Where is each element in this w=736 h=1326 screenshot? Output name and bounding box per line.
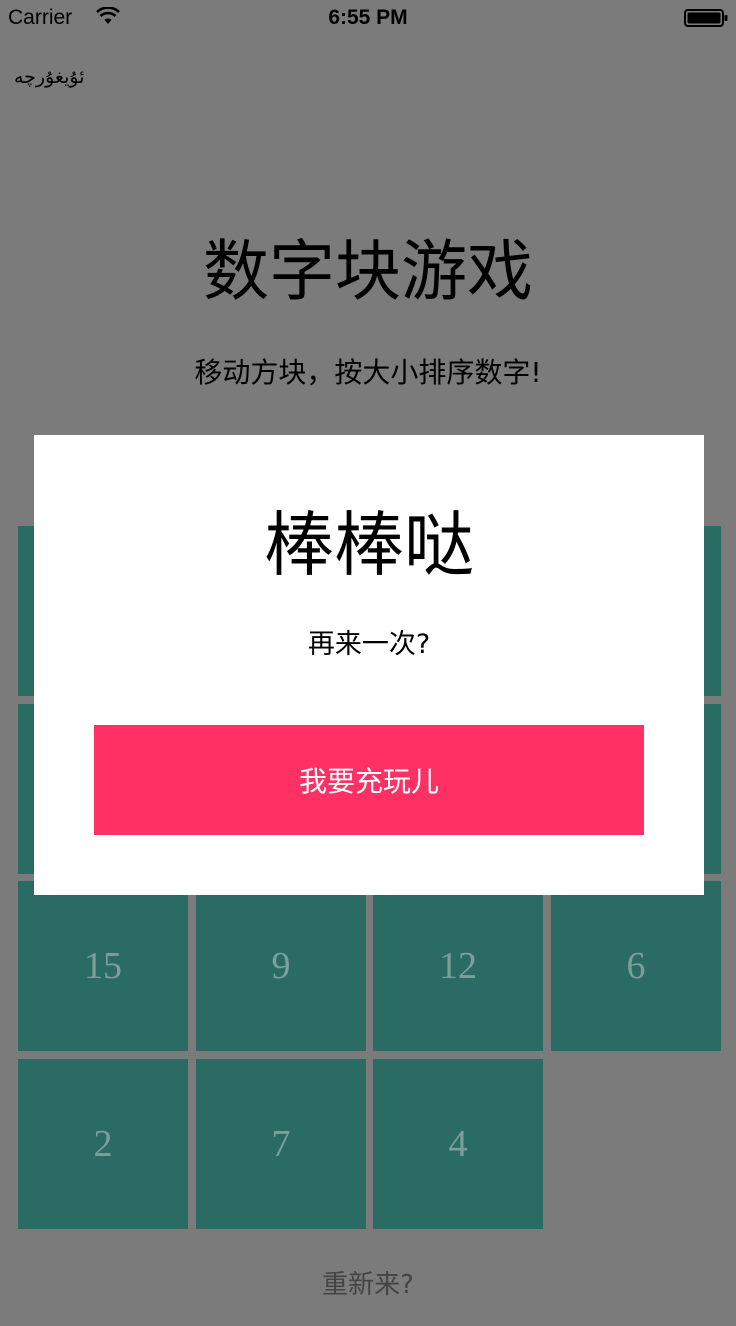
tile[interactable]: 2: [18, 1059, 188, 1229]
language-switch-link[interactable]: ئۇيغۇرچە: [14, 66, 84, 88]
clock: 6:55 PM: [328, 6, 408, 29]
tile[interactable]: 15: [18, 881, 188, 1051]
page-title: 数字块游戏: [203, 233, 533, 310]
restart-button[interactable]: 重新来?: [0, 1264, 736, 1301]
tile[interactable]: 6: [551, 881, 721, 1051]
battery-icon: [684, 9, 728, 27]
tile[interactable]: 4: [373, 1059, 543, 1229]
success-dialog: 棒棒哒 再来一次? 我要充玩儿: [34, 435, 704, 895]
dialog-title: 棒棒哒: [264, 504, 474, 586]
dialog-message: 再来一次?: [307, 629, 431, 660]
tile[interactable]: 12: [373, 881, 543, 1051]
page-subtitle: 移动方块，按大小排序数字!: [194, 356, 542, 389]
status-bar: Carrier 6:55 PM: [0, 0, 736, 38]
tile[interactable]: 7: [196, 1059, 366, 1229]
tile[interactable]: 9: [196, 881, 366, 1051]
play-again-button[interactable]: 我要充玩儿: [94, 725, 644, 835]
